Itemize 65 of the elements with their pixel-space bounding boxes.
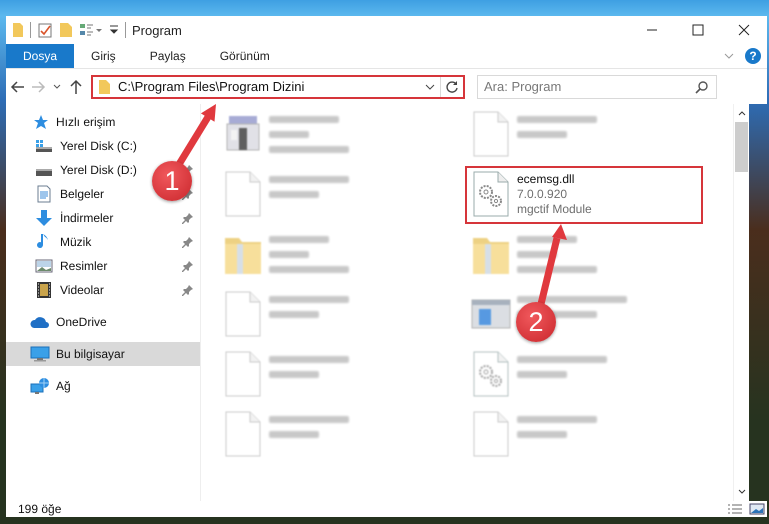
sidebar-item[interactable]: Hızlı erişim [56,115,116,129]
download-icon [35,209,53,227]
sidebar-item[interactable]: Yerel Disk (C:) [60,139,137,153]
file-detail: 7.0.0.920 [517,187,568,202]
sidebar-item[interactable]: Ağ [56,379,71,393]
file-detail: mgctif Module [517,202,592,217]
film-icon [36,281,52,299]
sidebar-item[interactable]: OneDrive [56,315,107,329]
network-icon [30,377,50,395]
maximize-icon [692,24,704,36]
sidebar-item[interactable]: Videolar [60,283,104,297]
address-field[interactable]: C:\Program Files\Program Dizini [91,74,465,98]
folder-icon [12,22,24,38]
ribbon-tab[interactable]: Paylaş [132,44,203,68]
file-icon [223,350,263,398]
blurred-text [269,116,339,123]
blurred-text [269,236,329,243]
sidebar-item[interactable]: Bu bilgisayar [56,347,125,361]
blurred-text [269,131,309,138]
caret-icon [109,25,119,35]
ribbon-tab[interactable]: Dosya [6,44,74,68]
file-name[interactable]: ecemsg.dll [517,172,592,187]
search-field[interactable]: Ara: Program [477,74,717,98]
details-view-icon [727,503,743,515]
sidebar-item[interactable]: Müzik [60,235,92,249]
ribbon-tab[interactable]: Görünüm [202,44,287,68]
gears-file-icon [471,170,511,218]
blurred-text [269,431,319,438]
file-icon [223,410,263,458]
file-icon [471,110,511,158]
star-icon [32,114,48,130]
large-icons-view-icon [749,503,765,515]
blurred-text [517,131,567,138]
chevron-icon [53,84,61,89]
sidebar-item[interactable]: İndirmeler [60,211,114,225]
item-count: 199 öğe [18,502,62,516]
blurred-text [517,431,567,438]
sidebar-item[interactable]: Yerel Disk (D:) [60,163,137,177]
blurred-text [517,371,567,378]
blurred-text [269,191,319,198]
cloud-icon [30,315,50,329]
checkmark-page-icon [37,22,53,38]
back-arrow-icon [10,78,26,94]
view-options-icon [79,22,103,38]
computer-icon [30,346,50,362]
blurred-text [269,311,319,318]
window-title: Program [132,22,183,38]
up-arrow-icon [68,78,84,94]
close-icon [738,24,750,36]
sidebar-item[interactable]: Belgeler [60,187,104,201]
file-icon [223,290,263,338]
folder-icon [59,22,73,38]
image-icon [35,259,53,273]
document-icon [36,185,52,203]
drive-icon [35,139,53,153]
gears-file-icon [471,350,511,398]
blurred-text [269,251,309,258]
help-button[interactable]: ? [745,48,761,64]
ribbon-tab[interactable]: Giriş [74,44,133,68]
file-icon [471,410,511,458]
refresh-icon [445,80,459,94]
file-icon [223,170,263,218]
sidebar-item[interactable]: Resimler [60,259,108,273]
blurred-text [269,371,319,378]
scrollbar-thumb[interactable] [735,122,748,172]
